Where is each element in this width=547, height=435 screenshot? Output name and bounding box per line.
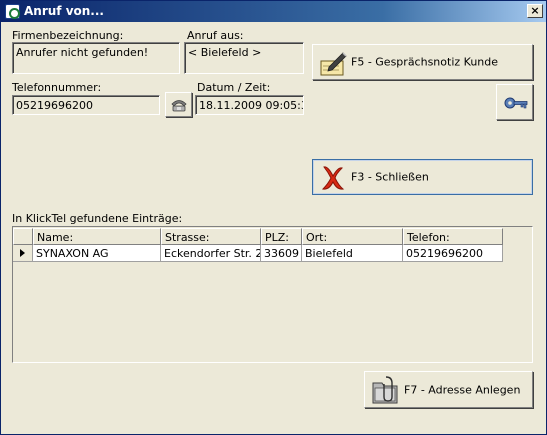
- key-button[interactable]: [496, 84, 533, 120]
- table-row[interactable]: SYNAXON AG Eckendorfer Str. 2 33609 Biel…: [13, 245, 503, 262]
- cell-street[interactable]: Eckendorfer Str. 2: [161, 245, 261, 262]
- notepad-pen-icon: [319, 49, 349, 77]
- datetime-field[interactable]: 18.11.2009 09:05:33: [195, 95, 304, 115]
- red-x-icon: [320, 164, 346, 192]
- cell-zip[interactable]: 33609: [261, 245, 302, 262]
- call-note-button-label: F5 - Gesprächsnotiz Kunde: [351, 55, 499, 69]
- call-note-button[interactable]: F5 - Gesprächsnotiz Kunde: [312, 44, 533, 80]
- folder-clip-icon: [370, 375, 402, 406]
- company-field[interactable]: Anrufer nicht gefunden!: [12, 42, 180, 74]
- results-label: In KlickTel gefundene Einträge:: [12, 212, 183, 225]
- phone-icon: [170, 98, 188, 112]
- call-from-field[interactable]: < Bielefeld >: [184, 42, 304, 74]
- column-header-city[interactable]: Ort:: [302, 228, 403, 245]
- window-title: Anruf von...: [24, 4, 104, 18]
- call-from-label: Anruf aus:: [187, 29, 244, 42]
- close-dialog-button[interactable]: F3 - Schließen: [312, 159, 533, 195]
- phone-app-icon: [5, 4, 20, 19]
- call-dialog-window: Anruf von... × Firmenbezeichnung: Anrufe…: [0, 0, 547, 435]
- company-label: Firmenbezeichnung:: [12, 29, 124, 42]
- dial-phone-button[interactable]: [165, 92, 192, 117]
- add-address-button[interactable]: F7 - Adresse Anlegen: [364, 371, 533, 408]
- title-bar[interactable]: Anruf von... ×: [1, 1, 546, 22]
- key-icon: [504, 95, 528, 111]
- datetime-label: Datum / Zeit:: [197, 81, 271, 94]
- column-header-street[interactable]: Strasse:: [161, 228, 261, 245]
- column-header-zip[interactable]: PLZ:: [261, 228, 302, 245]
- row-indicator: [13, 245, 33, 262]
- column-header-name[interactable]: Name:: [33, 228, 161, 245]
- grid-header-row: Name: Strasse: PLZ: Ort: Telefon:: [13, 228, 503, 245]
- phone-field[interactable]: 05219696200: [12, 95, 160, 115]
- add-address-button-label: F7 - Adresse Anlegen: [404, 383, 521, 396]
- cell-city[interactable]: Bielefeld: [302, 245, 403, 262]
- close-window-button[interactable]: ×: [527, 4, 543, 18]
- cell-phone[interactable]: 05219696200: [403, 245, 503, 262]
- row-pointer-icon: [20, 249, 25, 257]
- phone-label: Telefonnummer:: [12, 81, 102, 94]
- cell-name[interactable]: SYNAXON AG: [33, 245, 161, 262]
- header-indicator-cell: [13, 228, 33, 245]
- column-header-phone[interactable]: Telefon:: [403, 228, 503, 245]
- close-dialog-button-label: F3 - Schließen: [351, 170, 429, 184]
- results-grid[interactable]: Name: Strasse: PLZ: Ort: Telefon: SYNAXO…: [12, 226, 533, 363]
